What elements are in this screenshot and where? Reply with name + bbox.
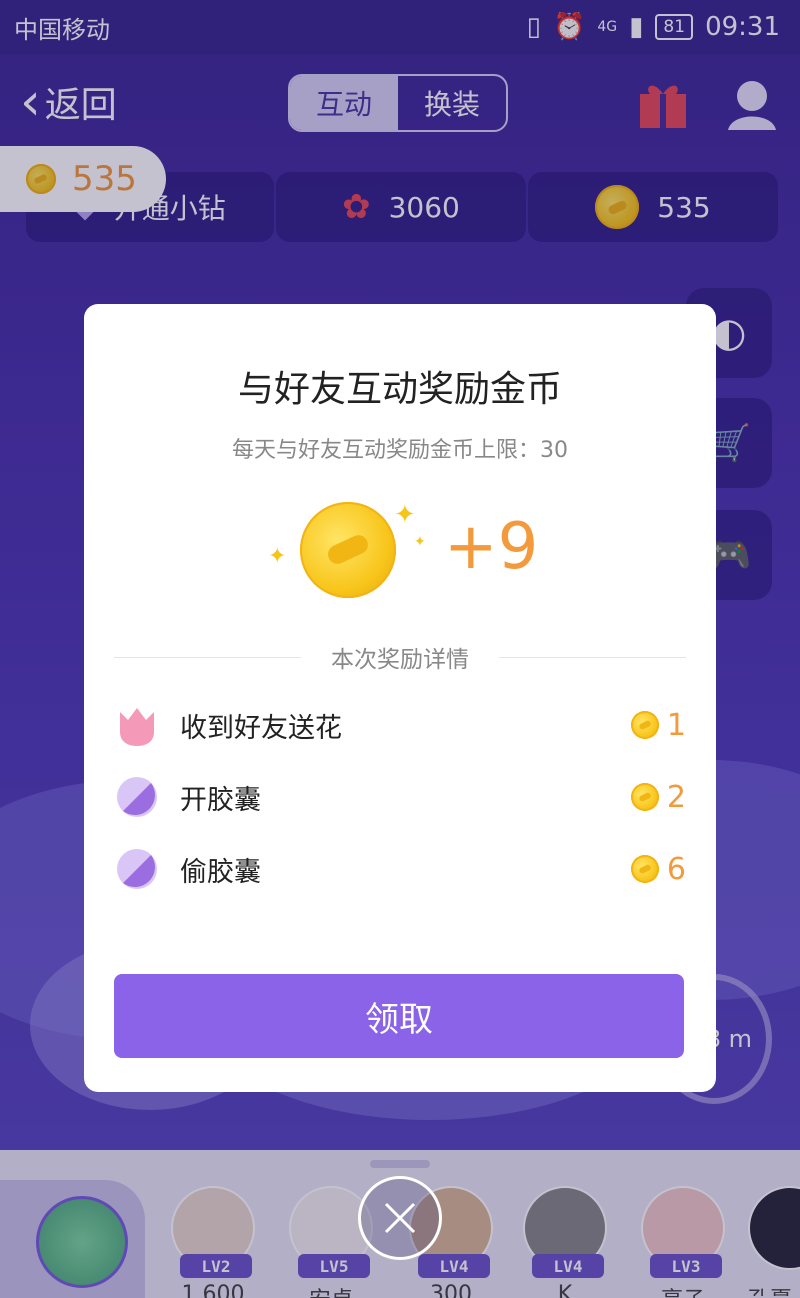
details-label: 本次奖励详情 xyxy=(331,647,469,673)
reward-row-label: 开胶囊 xyxy=(180,784,261,816)
reward-row-open-capsule: 开胶囊 2 xyxy=(114,772,686,822)
reward-row-amount: 2 xyxy=(630,779,686,815)
reward-amount: +9 xyxy=(444,510,539,584)
reward-row-flower: 收到好友送花 1 xyxy=(114,700,686,750)
reward-row-amount: 1 xyxy=(630,707,686,743)
coin-icon xyxy=(630,711,659,739)
close-button[interactable] xyxy=(358,1176,442,1260)
reward-row-amount: 6 xyxy=(630,851,686,887)
reward-row-value: 6 xyxy=(666,851,686,887)
divider-line xyxy=(114,656,301,658)
sparkle-icon: ✦ xyxy=(268,544,287,569)
capsule-icon xyxy=(117,849,157,889)
claim-button[interactable]: 领取 xyxy=(114,974,684,1058)
sparkle-icon: ✦ xyxy=(394,500,416,530)
details-divider: 本次奖励详情 xyxy=(114,640,686,674)
sparkle-icon: ✦ xyxy=(414,534,426,550)
reward-row-steal-capsule: 偷胶囊 6 xyxy=(114,844,686,894)
flower-icon xyxy=(120,708,154,746)
reward-visual: ✦ ✦ ✦ +9 xyxy=(264,500,544,610)
coin-icon xyxy=(630,855,659,883)
reward-row-label: 收到好友送花 xyxy=(180,712,342,744)
dialog-title: 与好友互动奖励金币 xyxy=(237,369,562,410)
reward-row-value: 2 xyxy=(666,779,686,815)
dialog-subtitle: 每天与好友互动奖励金币上限：30 xyxy=(232,438,568,463)
close-icon xyxy=(384,1202,416,1234)
reward-row-value: 1 xyxy=(666,707,686,743)
coin-icon xyxy=(630,783,659,811)
capsule-icon xyxy=(117,777,157,817)
divider-line xyxy=(499,656,686,658)
coin-icon xyxy=(300,502,396,598)
reward-dialog: 与好友互动奖励金币 每天与好友互动奖励金币上限：30 ✦ ✦ ✦ +9 本次奖励… xyxy=(84,304,716,1092)
reward-row-label: 偷胶囊 xyxy=(180,856,261,888)
